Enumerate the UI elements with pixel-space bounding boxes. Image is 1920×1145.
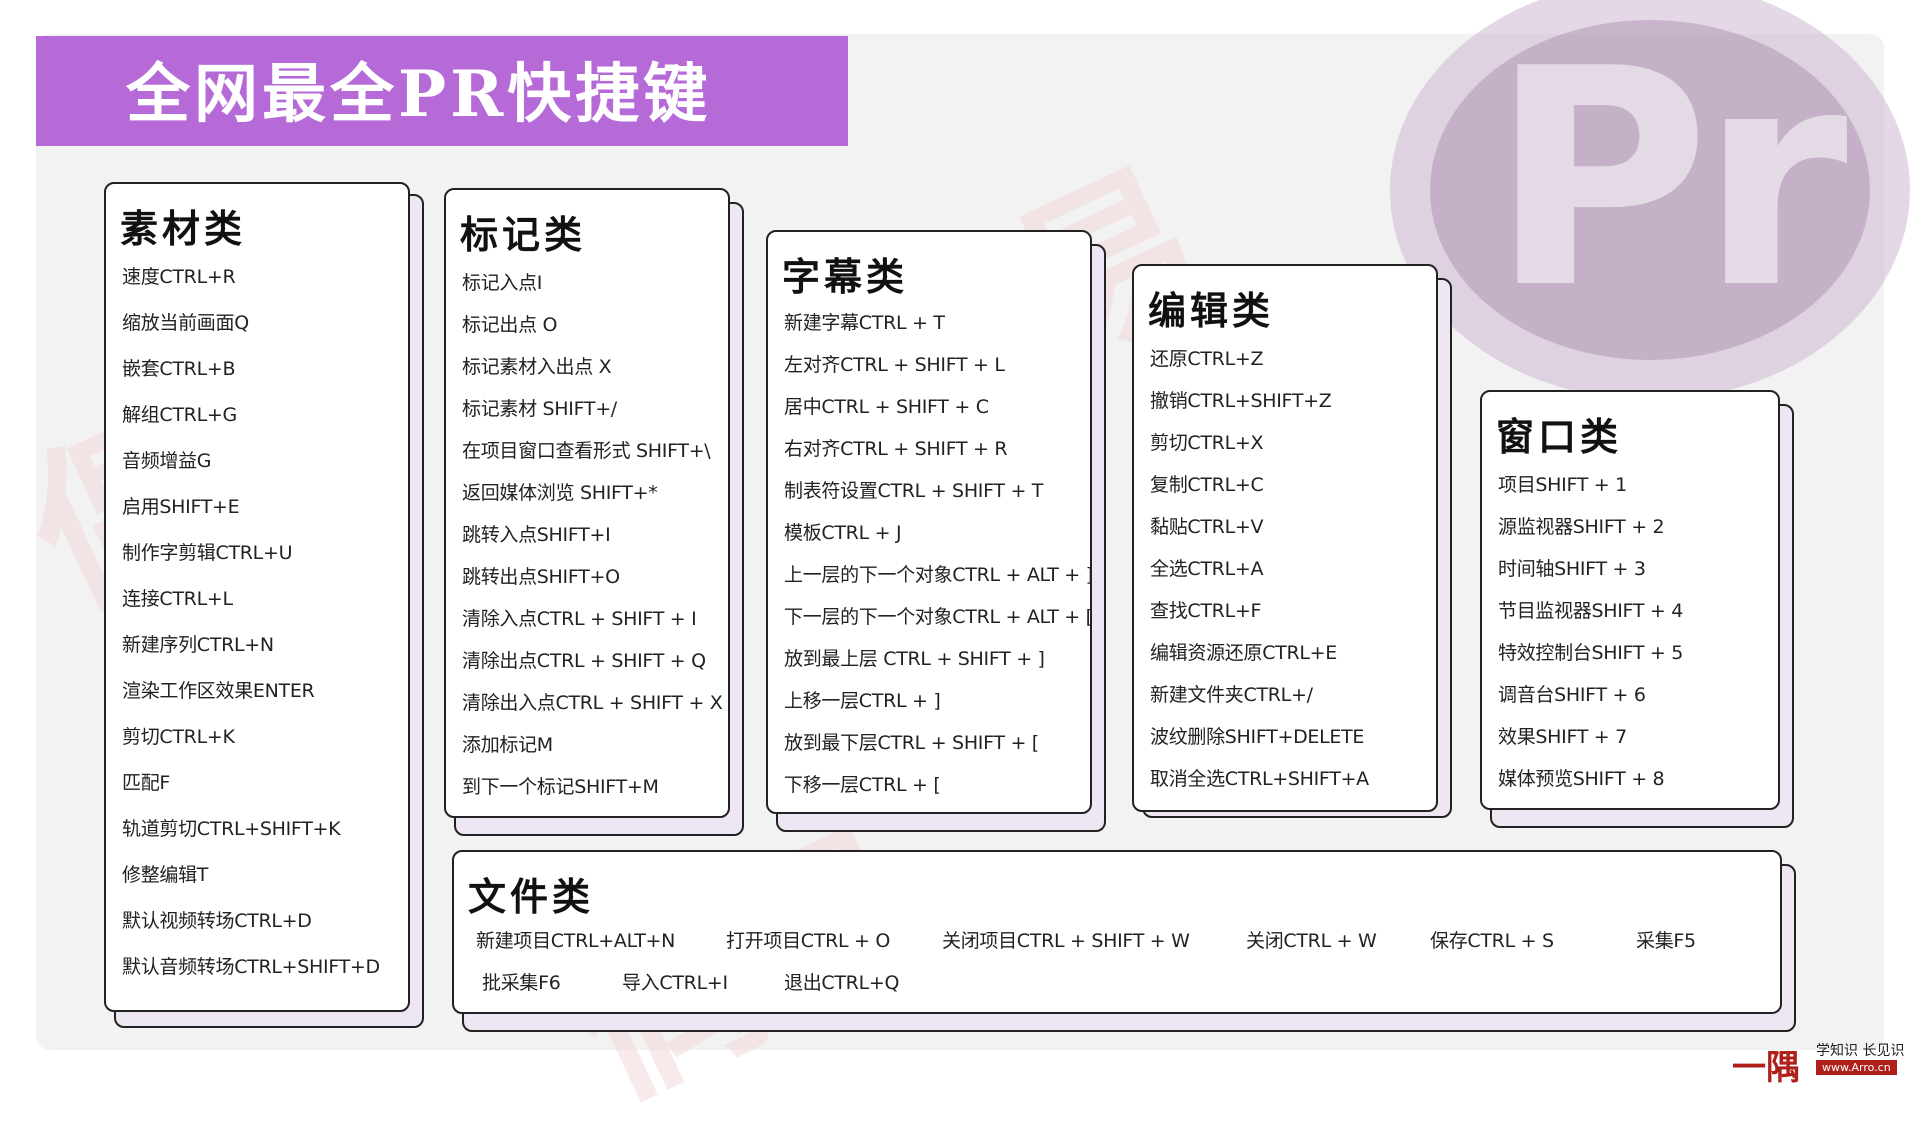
pr-logo-icon: Pr <box>1490 5 1848 354</box>
list-item: 新建文件夹CTRL+/ <box>1150 684 1313 706</box>
list-item: 新建字幕CTRL + T <box>784 312 945 334</box>
list-item: 剪切CTRL+K <box>122 726 235 748</box>
list-item: 上一层的下一个对象CTRL + ALT + ] <box>784 564 1093 586</box>
list-item: 修整编辑T <box>122 864 209 886</box>
shortcut-list: 标记入点I 标记出点 O 标记素材入出点 X 标记素材 SHIFT+/ 在项目窗… <box>462 268 723 814</box>
list-item: 制作字剪辑CTRL+U <box>122 542 293 564</box>
list-item: 速度CTRL+R <box>122 266 236 288</box>
card-heading: 素材类 <box>120 207 247 251</box>
list-item: 轨道剪切CTRL+SHIFT+K <box>122 818 341 840</box>
list-item: 左对齐CTRL + SHIFT + L <box>784 354 1005 376</box>
list-item: 居中CTRL + SHIFT + C <box>784 396 989 418</box>
list-item: 源监视器SHIFT + 2 <box>1498 516 1665 538</box>
list-item: 默认音频转场CTRL+SHIFT+D <box>122 956 380 978</box>
list-item: 标记素材 SHIFT+/ <box>462 398 617 420</box>
list-item: 右对齐CTRL + SHIFT + R <box>784 438 1008 460</box>
list-item: 媒体预览SHIFT + 8 <box>1498 768 1665 790</box>
card-marker: 标记类 标记入点I 标记出点 O 标记素材入出点 X 标记素材 SHIFT+/ … <box>444 188 730 818</box>
list-item: 节目监视器SHIFT + 4 <box>1498 600 1684 622</box>
title-banner: 全网最全PR快捷键 <box>36 36 848 146</box>
card-heading: 文件类 <box>468 875 595 919</box>
list-item: 特效控制台SHIFT + 5 <box>1498 642 1684 664</box>
list-item: 保存CTRL + S <box>1430 930 1554 952</box>
list-item: 标记出点 O <box>462 314 558 336</box>
list-item: 清除入点CTRL + SHIFT + I <box>462 608 697 630</box>
card-subtitle: 字幕类 新建字幕CTRL + T 左对齐CTRL + SHIFT + L 居中C… <box>766 230 1093 814</box>
list-item: 解组CTRL+G <box>122 404 237 426</box>
list-item: 连接CTRL+L <box>122 588 233 610</box>
list-item: 标记入点I <box>462 272 543 294</box>
list-item: 采集F5 <box>1636 930 1696 952</box>
list-item: 剪切CTRL+X <box>1150 432 1264 454</box>
list-item: 新建项目CTRL+ALT+N <box>476 930 676 952</box>
list-item: 到下一个标记SHIFT+M <box>462 776 659 798</box>
list-item: 在项目窗口查看形式 SHIFT+\ <box>462 440 711 462</box>
list-item: 新建序列CTRL+N <box>122 634 274 656</box>
list-item: 返回媒体浏览 SHIFT+* <box>462 482 658 504</box>
shortcut-list: 新建字幕CTRL + T 左对齐CTRL + SHIFT + L 居中CTRL … <box>784 308 1093 812</box>
list-item: 编辑资源还原CTRL+E <box>1150 642 1337 664</box>
brand-mark: 一隅 <box>1732 1048 1800 1088</box>
list-item: 标记素材入出点 X <box>462 356 612 378</box>
list-item: 添加标记M <box>462 734 553 756</box>
brand-url: www.Arro.cn <box>1816 1060 1897 1075</box>
brand-slogan: 学知识 长见识 <box>1816 1043 1905 1059</box>
list-item: 匹配F <box>122 772 171 794</box>
list-item: 打开项目CTRL + O <box>726 930 891 952</box>
list-item: 下移一层CTRL + [ <box>784 774 941 796</box>
shortcut-list: 速度CTRL+R 缩放当前画面Q 嵌套CTRL+B 解组CTRL+G 音频增益G… <box>122 262 380 998</box>
list-item: 效果SHIFT + 7 <box>1498 726 1627 748</box>
list-item: 音频增益G <box>122 450 212 472</box>
list-item: 放到最下层CTRL + SHIFT + [ <box>784 732 1039 754</box>
list-item: 波纹删除SHIFT+DELETE <box>1150 726 1365 748</box>
list-item: 清除出入点CTRL + SHIFT + X <box>462 692 723 714</box>
list-item: 缩放当前画面Q <box>122 312 249 334</box>
list-item: 项目SHIFT + 1 <box>1498 474 1627 496</box>
list-item: 下一层的下一个对象CTRL + ALT + [ <box>784 606 1093 628</box>
card-heading: 标记类 <box>460 213 587 257</box>
brand-logo: 一隅 学知识 长见识 www.Arro.cn <box>1732 1040 1920 1088</box>
card-heading: 字幕类 <box>782 255 909 299</box>
list-item: 时间轴SHIFT + 3 <box>1498 558 1646 580</box>
list-item: 全选CTRL+A <box>1150 558 1264 580</box>
card-edit: 编辑类 还原CTRL+Z 撤销CTRL+SHIFT+Z 剪切CTRL+X 复制C… <box>1132 264 1438 812</box>
card-material: 素材类 速度CTRL+R 缩放当前画面Q 嵌套CTRL+B 解组CTRL+G 音… <box>104 182 410 1012</box>
list-item: 取消全选CTRL+SHIFT+A <box>1150 768 1369 790</box>
card-window: 窗口类 项目SHIFT + 1 源监视器SHIFT + 2 时间轴SHIFT +… <box>1480 390 1780 810</box>
card-file: 文件类 新建项目CTRL+ALT+N 打开项目CTRL + O 关闭项目CTRL… <box>452 850 1782 1014</box>
list-item: 调音台SHIFT + 6 <box>1498 684 1646 706</box>
list-item: 嵌套CTRL+B <box>122 358 236 380</box>
list-item: 退出CTRL+Q <box>784 972 900 994</box>
list-item: 黏贴CTRL+V <box>1150 516 1264 538</box>
list-item: 清除出点CTRL + SHIFT + Q <box>462 650 706 672</box>
shortcut-list: 还原CTRL+Z 撤销CTRL+SHIFT+Z 剪切CTRL+X 复制CTRL+… <box>1150 344 1369 806</box>
list-item: 上移一层CTRL + ] <box>784 690 941 712</box>
list-item: 导入CTRL+I <box>622 972 728 994</box>
list-item: 制表符设置CTRL + SHIFT + T <box>784 480 1044 502</box>
list-item: 放到最上层 CTRL + SHIFT + ] <box>784 648 1045 670</box>
list-item: 启用SHIFT+E <box>122 496 240 518</box>
list-item: 关闭CTRL + W <box>1246 930 1377 952</box>
list-item: 撤销CTRL+SHIFT+Z <box>1150 390 1332 412</box>
list-item: 跳转出点SHIFT+O <box>462 566 620 588</box>
card-heading: 窗口类 <box>1496 415 1623 459</box>
list-item: 批采集F6 <box>482 972 561 994</box>
card-heading: 编辑类 <box>1148 289 1275 333</box>
list-item: 关闭项目CTRL + SHIFT + W <box>942 930 1190 952</box>
shortcut-list: 项目SHIFT + 1 源监视器SHIFT + 2 时间轴SHIFT + 3 节… <box>1498 470 1683 806</box>
list-item: 复制CTRL+C <box>1150 474 1264 496</box>
list-item: 还原CTRL+Z <box>1150 348 1264 370</box>
list-item: 跳转入点SHIFT+I <box>462 524 611 546</box>
list-item: 渲染工作区效果ENTER <box>122 680 315 702</box>
list-item: 默认视频转场CTRL+D <box>122 910 312 932</box>
list-item: 查找CTRL+F <box>1150 600 1262 622</box>
list-item: 模板CTRL + J <box>784 522 902 544</box>
page-title: 全网最全PR快捷键 <box>126 57 712 133</box>
